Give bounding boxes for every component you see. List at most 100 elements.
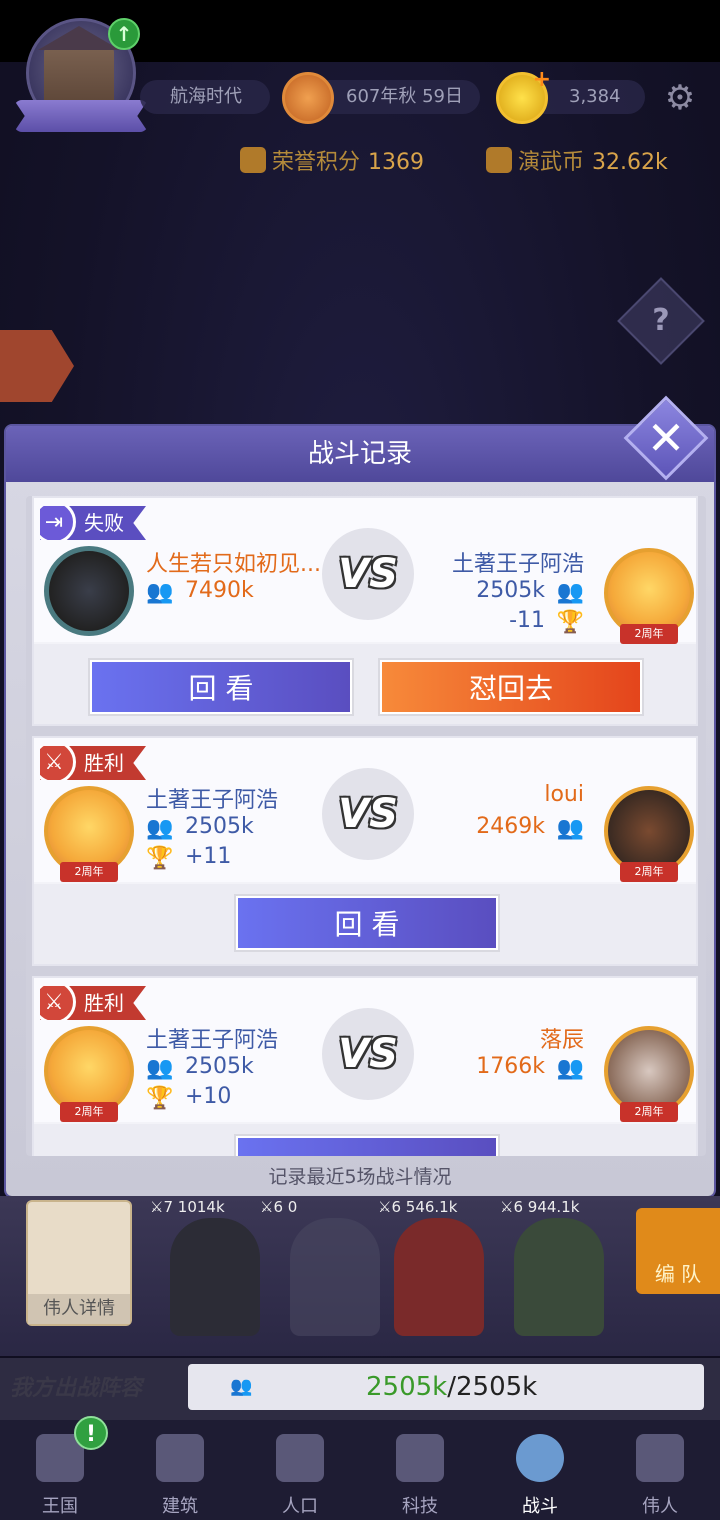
left-player-name: 人生若只如初见... [146, 552, 321, 577]
avatar[interactable]: 2周年 [44, 786, 134, 882]
replay-button[interactable] [236, 1136, 498, 1156]
right-player-power: 2469k 👥 [476, 814, 584, 841]
result-text: 胜利 [84, 991, 124, 1015]
avatar[interactable] [44, 546, 134, 636]
population-icon: 👥 [556, 1056, 584, 1081]
replay-button[interactable]: 回 看 [236, 896, 498, 950]
record-list[interactable]: ⇥ 失败 人生若只如初见... 👥 7490k VS 土著王子阿浩 2505k … [26, 496, 706, 1156]
dialog-title: 战斗记录 [6, 426, 714, 482]
avatar[interactable]: 2周年 [44, 1026, 134, 1122]
book-nav-icon [396, 1434, 444, 1482]
nav-great-people[interactable]: 伟人 [600, 1420, 720, 1520]
notification-badge: ! [74, 1416, 108, 1450]
right-power-value: 2469k [476, 814, 545, 839]
battle-record-dialog: 战斗记录 ⇥ 失败 人生若只如初见... 👥 7490k VS 土著王子阿浩 2… [6, 426, 714, 1196]
help-icon[interactable]: ? [630, 290, 692, 352]
hero-level: 7 [163, 1198, 173, 1216]
avatar[interactable]: 2周年 [604, 548, 694, 644]
hero-power: 944.1k [527, 1198, 580, 1216]
honor-points: 荣誉积分 1369 [240, 144, 424, 176]
person-nav-icon [276, 1434, 324, 1482]
formation-button[interactable]: 编 队 [636, 1208, 720, 1294]
population-icon: 👥 [146, 816, 174, 841]
close-icon[interactable]: ✕ [624, 396, 708, 480]
anniversary-ribbon: 2周年 [60, 1102, 118, 1122]
gold-text: 3,384 [569, 86, 621, 107]
trophy-change: 🏆 +10 [146, 1084, 232, 1111]
arena-coin: 演武币 32.62k [486, 144, 668, 176]
left-player-power: 👥 7490k [146, 578, 254, 605]
trophy-change-value: +10 [185, 1084, 232, 1109]
arena-coin-value: 32.62k [592, 150, 668, 175]
lineup-label: 我方出战阵容 [10, 1376, 143, 1401]
trophy-icon [240, 147, 266, 173]
trophy-change: -11 🏆 [509, 608, 584, 635]
gold-coin-icon[interactable]: + [496, 67, 551, 124]
nav-buildings[interactable]: 建筑 [120, 1420, 240, 1520]
gear-icon[interactable]: ⚙ [660, 78, 700, 118]
right-player-power: 2505k 👥 [476, 578, 584, 605]
left-power-value: 2505k [185, 814, 254, 839]
lineup-power: 2505k/2505k [366, 1372, 537, 1402]
hero-level: 6 [273, 1198, 283, 1216]
trophy-icon: 🏆 [556, 610, 584, 635]
trophy-change-value: -11 [509, 608, 545, 633]
population-icon: 👥 [230, 1376, 253, 1397]
lineup-max: /2505k [447, 1372, 538, 1402]
hero-spear-knight[interactable] [514, 1218, 604, 1336]
nav-battle[interactable]: 战斗 [480, 1420, 600, 1520]
hero-level: 6 [391, 1198, 401, 1216]
avatar[interactable]: 2周年 [604, 786, 694, 882]
hero-red-knight[interactable] [394, 1218, 484, 1336]
nav-tech[interactable]: 科技 [360, 1420, 480, 1520]
left-player-power: 👥 2505k [146, 1054, 254, 1081]
nav-label: 伟人 [642, 1496, 678, 1517]
anniversary-ribbon: 2周年 [620, 624, 678, 644]
nav-label: 王国 [42, 1496, 78, 1517]
hero-slot-stat: ⚔6 944.1k [500, 1198, 580, 1216]
record-card: ⚔ 胜利 2周年 土著王子阿浩 👥 2505k 🏆 +10 VS 落辰 1766… [32, 976, 698, 1156]
left-power-value: 7490k [185, 578, 254, 603]
right-power-value: 1766k [476, 1054, 545, 1079]
result-tag: ⇥ 失败 [40, 506, 146, 540]
hero-power: 0 [287, 1198, 298, 1216]
right-player-name: loui [544, 782, 584, 807]
right-player-name: 落辰 [539, 1028, 584, 1053]
result-tag: ⚔ 胜利 [40, 746, 146, 780]
great-person-label: 伟人详情 [28, 1294, 130, 1324]
trophy-icon: 🏆 [146, 1086, 174, 1111]
replay-button[interactable]: 回 看 [90, 660, 352, 714]
hero-empty-slot[interactable] [290, 1218, 380, 1336]
arena-coin-icon [486, 147, 512, 173]
result-tag: ⚔ 胜利 [40, 986, 146, 1020]
close-button[interactable]: ✕ [623, 395, 709, 481]
hero-slot-stat: ⚔6 546.1k [378, 1198, 458, 1216]
season-icon [282, 72, 334, 124]
house-nav-icon [156, 1434, 204, 1482]
honor-value: 1369 [368, 150, 425, 175]
hero-slot-stat: ⚔7 1014k [150, 1198, 225, 1216]
date-text: 607年秋 59日 [346, 86, 463, 107]
lineup-current: 2505k [366, 1372, 448, 1402]
right-player-name: 土著王子阿浩 [451, 552, 584, 577]
great-person-card[interactable]: 伟人详情 [26, 1200, 132, 1326]
nav-label: 战斗 [522, 1496, 558, 1517]
left-player-name: 土著王子阿浩 [146, 788, 279, 813]
upgrade-arrow-icon[interactable]: ↑ [108, 18, 140, 50]
anniversary-ribbon: 2周年 [620, 862, 678, 882]
hero-black-knight[interactable] [170, 1218, 260, 1336]
right-power-value: 2505k [476, 578, 545, 603]
population-icon: 👥 [556, 816, 584, 841]
nav-label: 科技 [402, 1496, 438, 1517]
nav-population[interactable]: 人口 [240, 1420, 360, 1520]
record-card: ⚔ 胜利 2周年 土著王子阿浩 👥 2505k 🏆 +11 VS loui 24… [32, 736, 698, 966]
revenge-button[interactable]: 怼回去 [380, 660, 642, 714]
statue-nav-icon [636, 1434, 684, 1482]
nav-label: 人口 [282, 1496, 318, 1517]
avatar[interactable]: 2周年 [604, 1026, 694, 1122]
trophy-change-value: +11 [185, 844, 232, 869]
swords-nav-icon [516, 1434, 564, 1482]
population-icon: 👥 [146, 1056, 174, 1081]
add-gold-icon[interactable]: + [533, 67, 551, 92]
trophy-change: 🏆 +11 [146, 844, 232, 871]
